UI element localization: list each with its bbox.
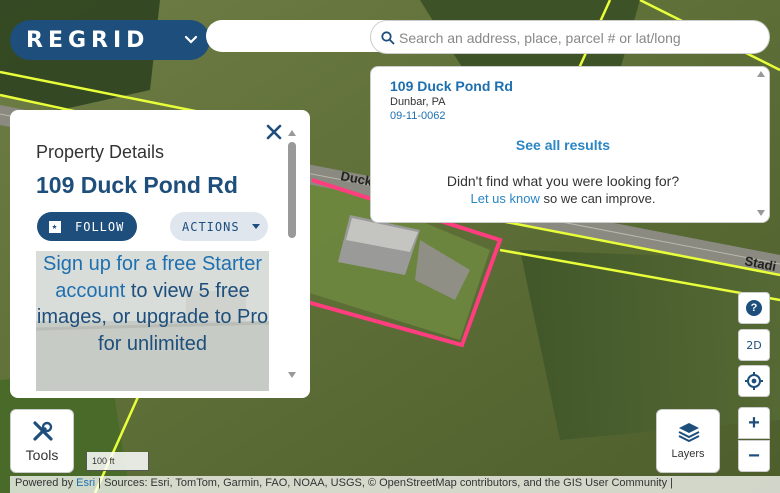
result-item-location: Dunbar, PA — [390, 96, 446, 108]
zoom-in-button[interactable]: + — [738, 407, 770, 439]
follow-button[interactable]: ★ FOLLOW — [37, 212, 137, 241]
see-all-results-link[interactable]: See all results — [371, 137, 755, 153]
layers-button[interactable]: Layers — [656, 409, 720, 473]
map-mode-toggle-button[interactable]: 2D — [738, 329, 770, 361]
panel-heading: Property Details — [36, 142, 165, 162]
tools-label: Tools — [25, 447, 59, 463]
imagery-upsell-card: Sign up for a free Starter account to vi… — [36, 251, 269, 391]
star-icon: ★ — [49, 220, 61, 233]
search-icon — [381, 31, 395, 45]
not-found-text: Didn't find what you were looking for? — [446, 173, 680, 189]
caret-down-icon — [251, 224, 260, 229]
panel-scrollbar[interactable] — [288, 142, 296, 238]
panel-scroll-up-arrow[interactable] — [288, 130, 296, 136]
help-icon: ? — [746, 300, 762, 316]
result-item-title[interactable]: 109 Duck Pond Rd — [390, 78, 513, 94]
upsell-message: Sign up for a free Starter account to vi… — [36, 251, 269, 357]
feedback-line: Let us know so we can improve. — [371, 191, 755, 206]
property-details-panel: Property Details 109 Duck Pond Rd ★ FOLL… — [10, 110, 310, 398]
help-button[interactable]: ? — [738, 292, 770, 324]
actions-dropdown-button[interactable]: ACTIONS — [170, 212, 268, 241]
close-icon[interactable] — [266, 124, 282, 140]
result-item-parcel-id[interactable]: 09-11-0062 — [390, 110, 445, 122]
attribution-sources: | Sources: Esri, TomTom, Garmin, FAO, NO… — [98, 477, 673, 489]
zoom-out-button[interactable]: − — [738, 440, 770, 472]
search-results-dropdown: 109 Duck Pond Rd Dunbar, PA 09-11-0062 S… — [370, 66, 770, 223]
layers-label: Layers — [671, 448, 705, 460]
chevron-down-icon — [184, 35, 198, 44]
esri-link[interactable]: Esri — [76, 477, 95, 489]
feedback-suffix: so we can improve. — [543, 191, 656, 206]
follow-label: FOLLOW — [75, 219, 125, 234]
map-attribution: Powered by Esri | Sources: Esri, TomTom,… — [10, 476, 780, 493]
map-scale-bar: 100 ft — [86, 452, 149, 471]
brand-logo: REGRID — [26, 27, 150, 53]
powered-by-text: Powered by — [15, 477, 74, 489]
brand-menu-button[interactable]: REGRID — [10, 20, 210, 60]
scroll-down-arrow[interactable] — [757, 210, 765, 216]
let-us-know-link[interactable]: Let us know — [471, 191, 540, 206]
layers-icon — [678, 423, 700, 443]
property-address-title: 109 Duck Pond Rd — [36, 172, 238, 198]
tools-icon — [33, 421, 53, 441]
scroll-up-arrow[interactable] — [757, 71, 765, 77]
crosshair-icon — [745, 372, 763, 390]
actions-label: ACTIONS — [182, 219, 240, 234]
search-box[interactable] — [370, 20, 770, 54]
search-input[interactable] — [399, 27, 759, 49]
locate-me-button[interactable] — [738, 365, 770, 397]
tools-button[interactable]: Tools — [10, 409, 74, 473]
panel-scroll-down-arrow[interactable] — [288, 372, 296, 378]
